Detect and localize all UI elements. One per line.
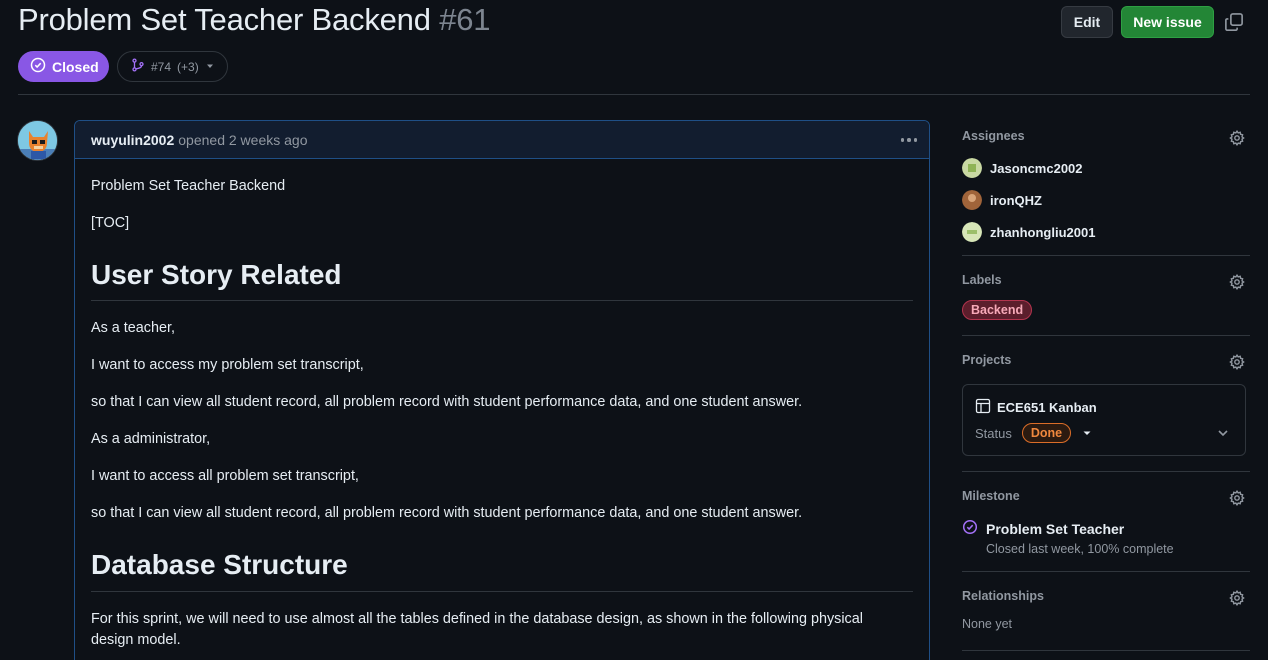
project-name: ECE651 Kanban — [997, 400, 1097, 415]
linked-pr-number: #74 — [151, 59, 172, 74]
edit-button[interactable]: Edit — [1061, 6, 1113, 38]
project-status-badge[interactable]: Done — [1021, 423, 1072, 443]
body-paragraph: I want to access all problem set transcr… — [91, 468, 359, 484]
heading-user-story: User Story Related — [91, 259, 342, 290]
header-divider — [18, 94, 1250, 95]
milestone-check-icon — [962, 519, 978, 538]
closed-check-icon — [30, 57, 46, 76]
heading-database-structure: Database Structure — [91, 549, 348, 580]
relationships-heading: Relationships — [962, 589, 1044, 603]
label-backend[interactable]: Backend — [962, 300, 1033, 320]
chevron-down-icon — [205, 60, 215, 74]
milestone-title: Problem Set Teacher — [986, 520, 1125, 537]
labels-gear-icon[interactable] — [1229, 273, 1245, 291]
assignee-name: ironQHZ — [990, 192, 1042, 208]
projects-gear-icon[interactable] — [1229, 353, 1245, 371]
author-avatar[interactable] — [17, 120, 58, 161]
relationships-gear-icon[interactable] — [1229, 589, 1245, 607]
sidebar-divider — [962, 255, 1250, 256]
body-paragraph: I want to access my problem set transcri… — [91, 357, 364, 373]
assignee-item[interactable]: Jasoncmc2002 — [962, 158, 1083, 178]
linked-pull-requests[interactable]: #74 (+3) — [117, 51, 228, 82]
body-intro: Problem Set Teacher Backend — [91, 178, 286, 194]
body-paragraph: As a administrator, — [91, 431, 211, 447]
heading-underline — [91, 300, 913, 301]
sidebar-divider — [962, 571, 1250, 572]
project-card: ECE651 Kanban Status Done — [962, 384, 1246, 456]
linked-pr-more: (+3) — [177, 59, 199, 74]
labels-heading: Labels — [962, 273, 1002, 287]
assignees-heading: Assignees — [962, 129, 1025, 143]
kebab-menu-icon[interactable] — [899, 130, 919, 150]
table-icon — [975, 398, 991, 417]
milestone-progress-text: Closed last week, 100% complete — [986, 542, 1174, 556]
milestone-heading: Milestone — [962, 489, 1020, 503]
relationships-value: None yet — [962, 617, 1013, 631]
project-link[interactable]: ECE651 Kanban — [975, 398, 1097, 417]
issue-title: Problem Set Teacher Backend #61 — [18, 2, 491, 38]
comment-header: wuyulin2002 opened 2 weeks ago — [75, 121, 929, 159]
body-toc: [TOC] — [91, 215, 130, 231]
comment-timestamp[interactable]: opened 2 weeks ago — [178, 132, 307, 148]
issue-title-text: Problem Set Teacher Backend — [18, 2, 431, 37]
git-pull-request-icon — [131, 58, 145, 75]
project-status-label: Status — [975, 425, 1012, 441]
issue-number: #61 — [439, 2, 491, 37]
sidebar-divider — [962, 335, 1250, 336]
sidebar-divider — [962, 471, 1250, 472]
milestone-gear-icon[interactable] — [1229, 489, 1245, 507]
assignee-item[interactable]: zhanhongliu2001 — [962, 222, 1095, 242]
heading-underline — [91, 591, 913, 592]
body-paragraph: so that I can view all student record, a… — [91, 394, 803, 410]
new-issue-button[interactable]: New issue — [1121, 6, 1214, 38]
caret-down-icon[interactable] — [1081, 427, 1093, 439]
body-paragraph: For this sprint, we will need to use alm… — [91, 611, 863, 627]
issue-state-label: Closed — [52, 58, 99, 75]
issue-state-badge: Closed — [18, 51, 109, 82]
chevron-down-icon[interactable] — [1215, 425, 1231, 441]
assignee-avatar — [962, 158, 982, 178]
assignee-avatar — [962, 222, 982, 242]
project-status-row: Status Done — [975, 423, 1093, 443]
assignee-avatar — [962, 190, 982, 210]
assignees-gear-icon[interactable] — [1229, 129, 1245, 147]
assignee-name: zhanhongliu2001 — [990, 224, 1096, 240]
copy-link-icon[interactable] — [1224, 12, 1244, 32]
projects-heading: Projects — [962, 353, 1012, 367]
issue-comment: wuyulin2002 opened 2 weeks ago Problem S… — [74, 120, 930, 660]
assignee-item[interactable]: ironQHZ — [962, 190, 1042, 210]
sidebar-divider — [962, 650, 1250, 651]
milestone-link[interactable]: Problem Set Teacher — [962, 519, 1124, 538]
body-paragraph: design model. — [91, 632, 181, 648]
comment-author-link[interactable]: wuyulin2002 — [91, 132, 174, 148]
assignee-name: Jasoncmc2002 — [990, 160, 1083, 176]
body-paragraph: so that I can view all student record, a… — [91, 505, 803, 521]
body-paragraph: As a teacher, — [91, 320, 175, 336]
